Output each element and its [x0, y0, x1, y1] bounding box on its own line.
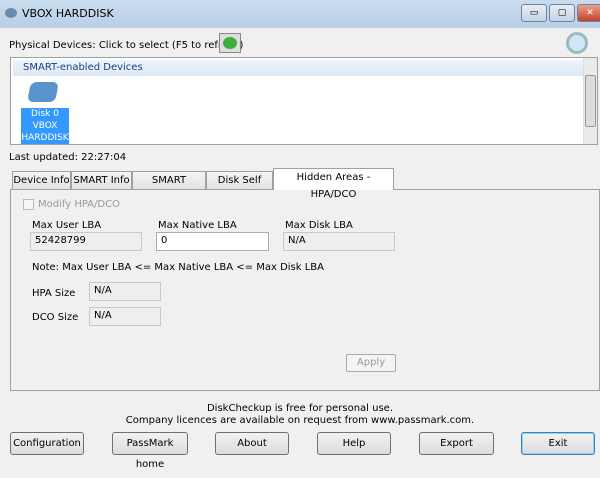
tab-device-info[interactable]: Device Info: [12, 171, 71, 189]
max-disk-lba-field: N/A: [283, 232, 395, 251]
tab-smart-info[interactable]: SMART Info: [71, 171, 132, 189]
apply-button[interactable]: Apply: [346, 354, 396, 372]
title-bar: VBOX HARDDISK ▭ ▢ ✕: [0, 0, 600, 28]
max-user-lba-label: Max User LBA: [32, 220, 102, 231]
devices-label: Physical Devices: Click to select (F5 to…: [9, 40, 244, 51]
modify-checkbox[interactable]: [23, 199, 34, 210]
maximize-button[interactable]: ▢: [549, 4, 575, 22]
footer-line-2: Company licences are available on reques…: [125, 415, 475, 426]
max-native-lba-label: Max Native LBA: [158, 220, 237, 231]
last-updated: Last updated: 22:27:04: [9, 152, 127, 163]
hpa-panel: Modify HPA/DCO Max User LBA 52428799 Max…: [10, 189, 600, 391]
exit-button[interactable]: Exit: [521, 432, 595, 455]
footer-line-1: DiskCheckup is free for personal use.: [206, 403, 394, 414]
group-header: SMART-enabled Devices: [13, 60, 583, 76]
max-native-lba-field[interactable]: 0: [156, 232, 269, 251]
disk-icon: [27, 82, 59, 102]
tab-disk-self-test[interactable]: Disk Self Test: [206, 171, 273, 203]
tab-hidden-areas[interactable]: Hidden Areas - HPA/DCO: [273, 168, 394, 200]
refresh-button[interactable]: [219, 33, 241, 53]
hpa-size-field: N/A: [89, 282, 161, 301]
tab-smart-history[interactable]: SMART History: [132, 171, 206, 203]
about-button[interactable]: About: [215, 432, 289, 455]
device-list: SMART-enabled Devices Disk 0 VBOX HARDDI…: [10, 57, 598, 145]
dco-size-label: DCO Size: [32, 312, 79, 323]
minimize-button[interactable]: ▭: [521, 4, 547, 22]
modify-label: Modify HPA/DCO: [38, 199, 120, 210]
dco-size-field: N/A: [89, 307, 161, 326]
disk-line: HARDDISK: [21, 133, 69, 143]
max-disk-lba-label: Max Disk LBA: [285, 220, 353, 231]
scroll-thumb[interactable]: [585, 75, 596, 127]
configuration-button[interactable]: Configuration: [10, 432, 84, 455]
device-disk-0[interactable]: Disk 0 VBOX HARDDISK: [21, 108, 69, 144]
close-button[interactable]: ✕: [577, 4, 600, 22]
max-user-lba-field: 52428799: [30, 232, 142, 251]
magnifier-icon[interactable]: [566, 32, 588, 54]
lba-note: Note: Max User LBA <= Max Native LBA <= …: [32, 262, 325, 273]
vertical-scrollbar[interactable]: [583, 58, 597, 144]
refresh-icon: [223, 37, 237, 49]
app-icon: [5, 8, 17, 18]
disk-line: Disk 0: [31, 109, 59, 119]
passmark-home-button[interactable]: PassMark home: [112, 432, 188, 470]
help-button[interactable]: Help: [317, 432, 391, 455]
hpa-size-label: HPA Size: [32, 288, 76, 299]
window-title: VBOX HARDDISK: [22, 7, 114, 20]
disk-line: VBOX: [32, 121, 58, 131]
export-button[interactable]: Export: [419, 432, 494, 455]
